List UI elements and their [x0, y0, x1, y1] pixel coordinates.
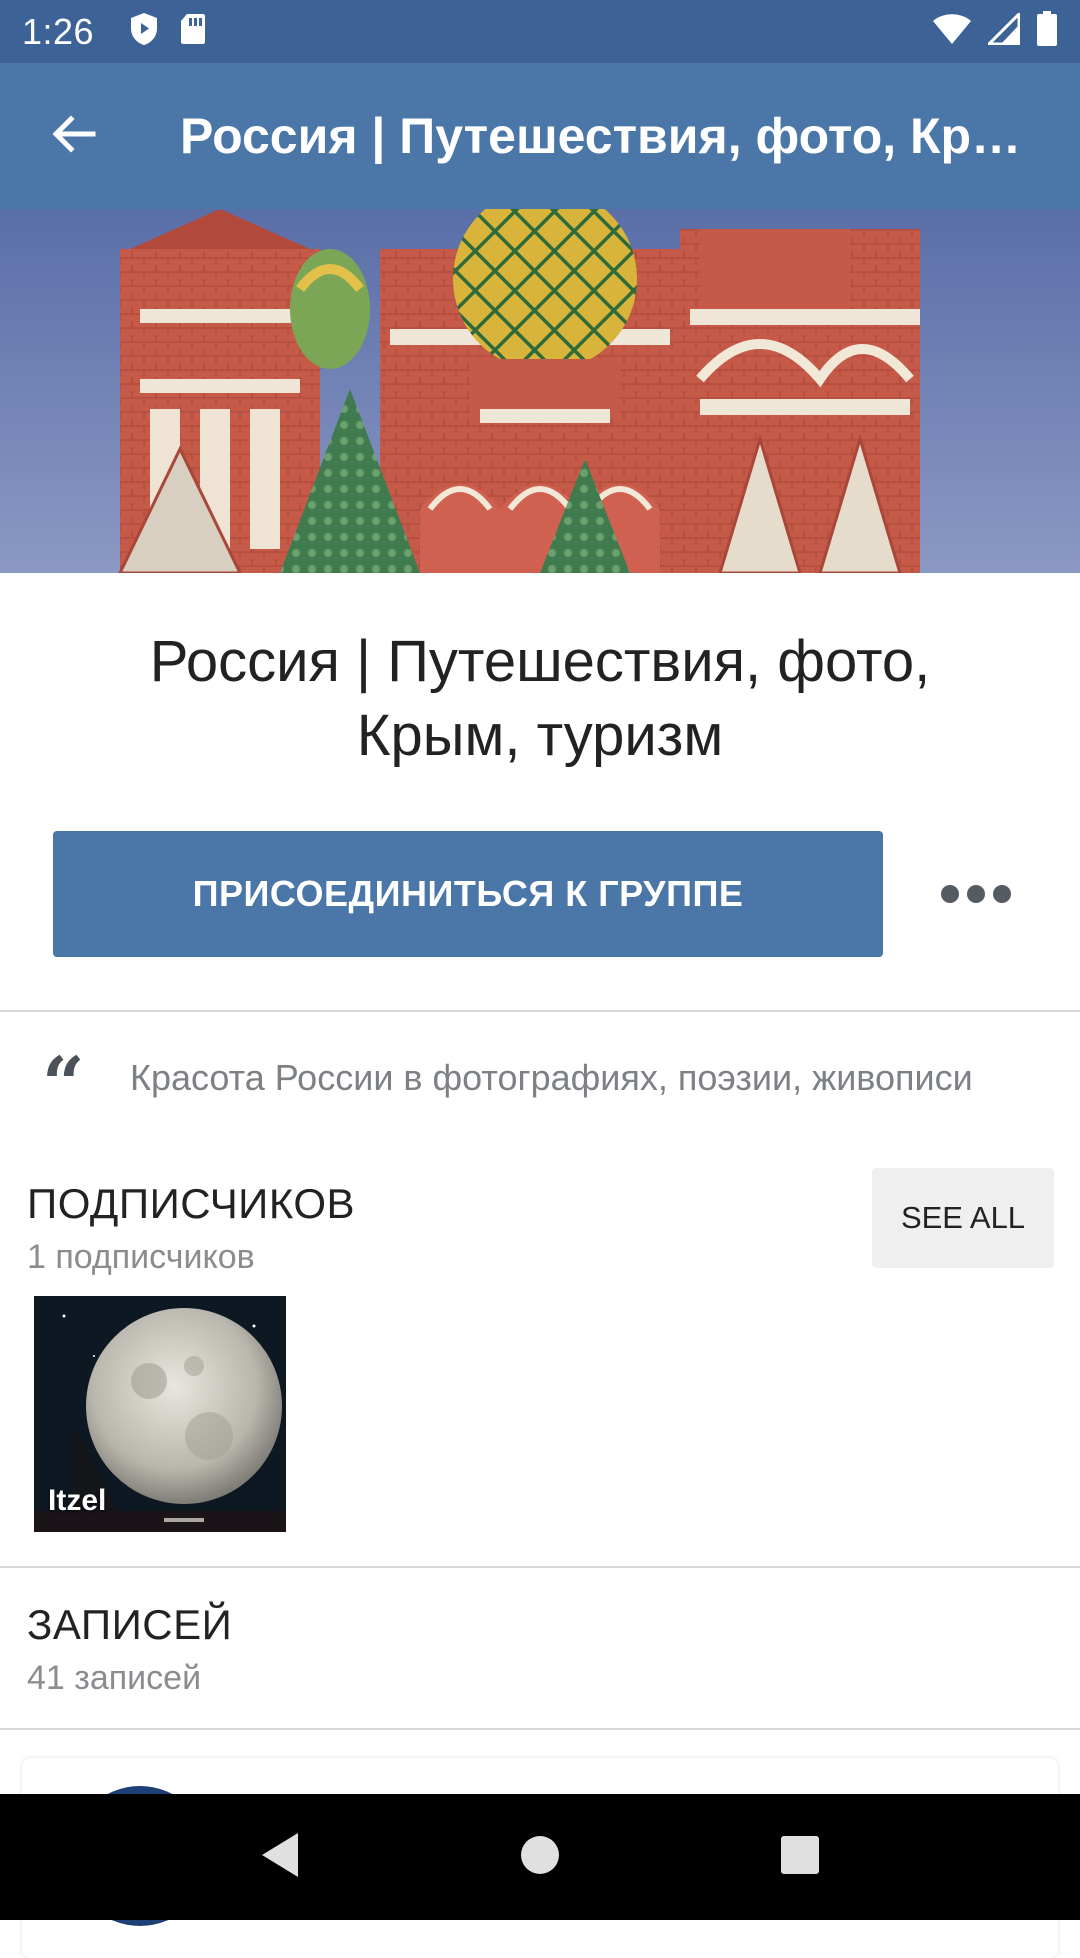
- posts-count: 41 записей: [27, 1659, 202, 1697]
- divider: [0, 1566, 1080, 1568]
- battery-icon: [1036, 11, 1058, 52]
- group-name: Россия | Путешествия, фото, Крым, туризм: [149, 629, 931, 768]
- subscribers-title: ПОДПИСЧИКОВ: [27, 1180, 356, 1227]
- arrow-back-icon: [49, 110, 97, 163]
- signal-icon: [985, 10, 1021, 50]
- posts-title: ЗАПИСЕЙ: [27, 1601, 233, 1648]
- see-all-button[interactable]: SEE ALL: [872, 1168, 1054, 1268]
- member-tile[interactable]: Itzel: [34, 1296, 286, 1532]
- shield-play-icon: [130, 12, 158, 51]
- app-bar: Россия | Путешествия, фото, Крым, туризм: [0, 63, 1080, 209]
- sd-card-icon: [180, 13, 206, 50]
- back-button[interactable]: [36, 99, 110, 173]
- nav-back-button[interactable]: [245, 1822, 315, 1892]
- cover-image: [0, 209, 1080, 573]
- quote-icon: “: [42, 1042, 85, 1128]
- subscribers-count: 1 подписчиков: [27, 1238, 255, 1276]
- description-text: Красота России в фотографиях, поэзии, жи…: [130, 1057, 973, 1098]
- group-description: “ Красота России в фотографиях, поэзии, …: [0, 1042, 1080, 1128]
- join-group-button[interactable]: ПРИСОЕДИНИТЬСЯ К ГРУППЕ: [53, 831, 883, 957]
- home-circle-icon: [519, 1834, 561, 1881]
- divider: [0, 1010, 1080, 1012]
- more-horizontal-icon: [937, 885, 1015, 903]
- back-triangle-icon: [258, 1831, 302, 1884]
- member-name: Itzel: [48, 1484, 107, 1517]
- status-time: 1:26: [22, 10, 95, 52]
- more-button[interactable]: [920, 852, 1032, 936]
- nav-recents-button[interactable]: [765, 1822, 835, 1892]
- recents-square-icon: [780, 1835, 820, 1880]
- app-bar-title: Россия | Путешествия, фото, Крым, туризм: [180, 108, 1060, 164]
- wifi-icon: [932, 13, 972, 50]
- divider: [0, 1728, 1080, 1730]
- nav-home-button[interactable]: [505, 1822, 575, 1892]
- system-nav-bar: [0, 1794, 1080, 1920]
- status-bar: 1:26: [0, 0, 1080, 63]
